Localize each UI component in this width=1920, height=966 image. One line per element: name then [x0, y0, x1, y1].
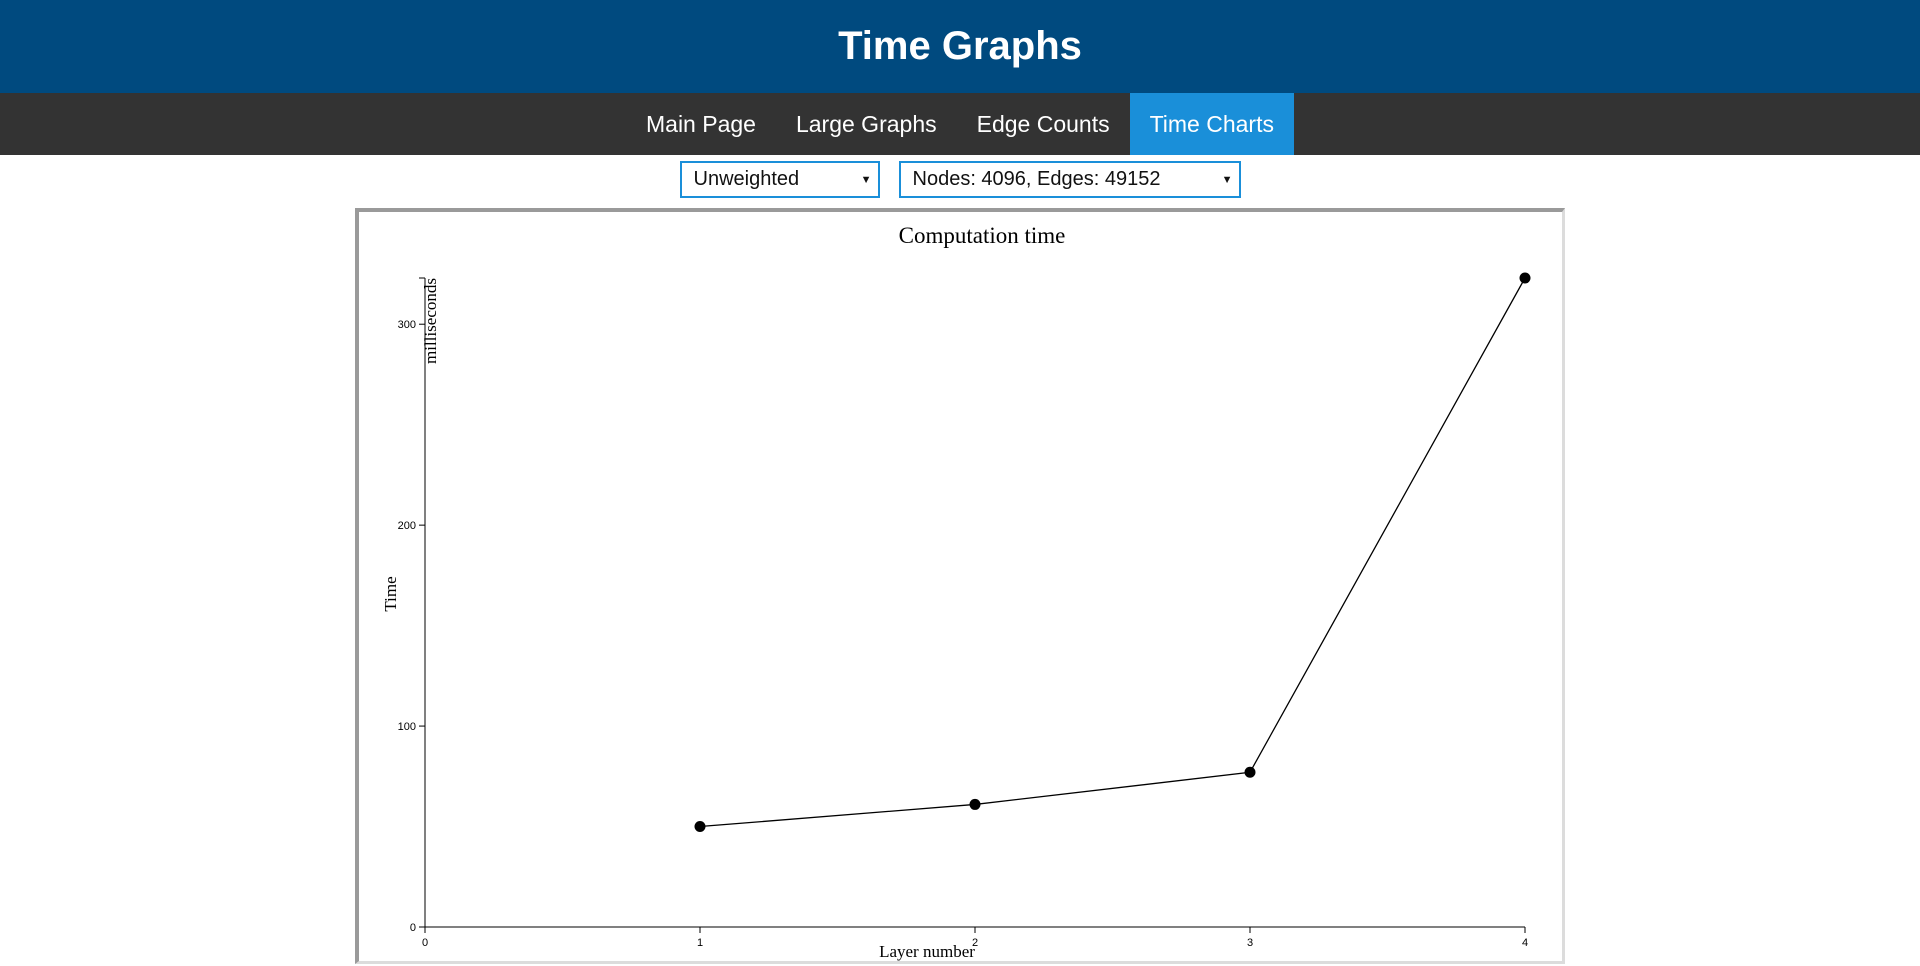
- y-tick-label: 100: [398, 721, 416, 733]
- nav-item-main-page[interactable]: Main Page: [626, 93, 776, 155]
- chart-axes: 0 100 200 300 0 1 2 3 4: [398, 277, 1528, 949]
- y-axis-unit-label: milliseconds: [421, 278, 440, 364]
- y-axis-label: Time: [381, 576, 400, 611]
- dropdown-arrow-icon: ▼: [1221, 173, 1233, 186]
- data-point[interactable]: [1244, 766, 1256, 778]
- graph-select-value: Nodes: 4096, Edges: 49152: [912, 168, 1161, 190]
- x-tick-label: 3: [1247, 937, 1253, 949]
- weight-select-value: Unweighted: [693, 168, 800, 190]
- dropdown-arrow-icon: ▼: [860, 173, 872, 186]
- nav-bar: Main Page Large Graphs Edge Counts Time …: [0, 93, 1920, 155]
- x-tick-label: 2: [972, 937, 978, 949]
- data-point[interactable]: [969, 798, 981, 810]
- x-tick-label: 1: [697, 937, 703, 949]
- data-point[interactable]: [694, 821, 706, 833]
- series-line: [699, 277, 1526, 828]
- nav-item-large-graphs[interactable]: Large Graphs: [776, 93, 957, 155]
- controls-bar: Unweighted ▼ Nodes: 4096, Edges: 49152 ▼: [0, 155, 1920, 202]
- site-header: Time Graphs: [0, 0, 1920, 93]
- chart-plot-area: [694, 272, 1531, 833]
- x-tick-label: 4: [1522, 937, 1528, 949]
- chart-title: Computation time: [899, 223, 1066, 248]
- nav-item-time-charts[interactable]: Time Charts: [1129, 93, 1294, 155]
- page-title: Time Graphs: [838, 24, 1082, 68]
- graph-select[interactable]: Nodes: 4096, Edges: 49152 ▼: [898, 161, 1241, 198]
- chart-container: Computation time Time milliseconds Layer…: [355, 208, 1565, 964]
- y-tick-label: 200: [398, 520, 416, 532]
- x-axis-label: Layer number: [879, 942, 975, 961]
- data-point[interactable]: [1519, 272, 1531, 284]
- nav-item-edge-counts[interactable]: Edge Counts: [957, 93, 1130, 155]
- y-tick-label: 0: [410, 922, 416, 934]
- weight-select[interactable]: Unweighted ▼: [679, 161, 880, 198]
- x-tick-label: 0: [422, 937, 428, 949]
- line-chart: Computation time Time milliseconds Layer…: [381, 223, 1531, 961]
- y-tick-label: 300: [398, 319, 416, 331]
